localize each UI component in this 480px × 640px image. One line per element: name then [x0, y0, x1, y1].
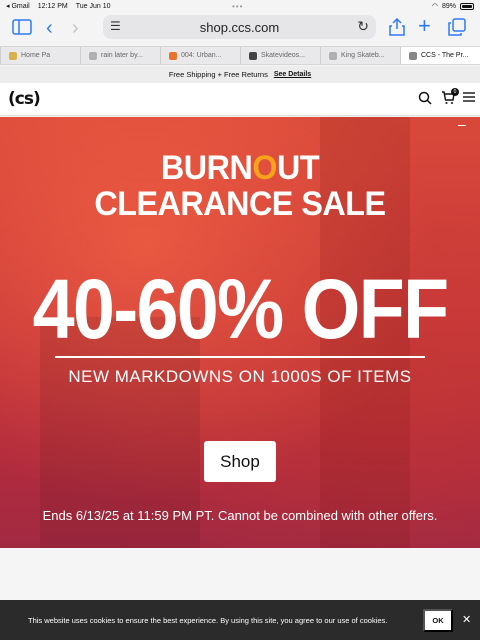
url-text: shop.ccs.com	[199, 19, 280, 35]
tab-king-skateboards[interactable]: King Skateb...	[320, 47, 400, 64]
back-arrow-icon[interactable]: ‹	[46, 18, 53, 38]
cookie-ok-button[interactable]: OK	[423, 609, 453, 632]
shop-button[interactable]: Shop	[204, 441, 276, 482]
back-to-app-link[interactable]: ◂ Gmail	[6, 2, 30, 10]
tab-favicon-icon	[89, 51, 97, 60]
tab-ccs[interactable]: CCS - The Pr...	[400, 47, 480, 64]
sidebar-toggle-icon[interactable]	[12, 19, 32, 39]
flame-letter: O	[252, 149, 277, 187]
status-date: Tue Jun 10	[75, 2, 111, 10]
browser-toolbar: ‹ › ☰ shop.ccs.com ↻ +	[0, 12, 480, 44]
page-menu-icon[interactable]: ☰	[110, 19, 121, 33]
cookie-message: This website uses cookies to ensure the …	[28, 616, 388, 625]
tab-favicon-icon	[329, 51, 337, 60]
tab-overview-icon[interactable]	[448, 18, 466, 40]
tab-skatevideos[interactable]: Skatevideos...	[240, 47, 320, 64]
tab-favicon-icon	[169, 51, 177, 60]
wifi-icon: ◠	[431, 3, 438, 10]
multitask-dots-icon[interactable]: •••	[232, 2, 243, 11]
forward-arrow-icon[interactable]: ›	[72, 18, 79, 38]
ccs-logo[interactable]: (cs)	[8, 89, 41, 109]
hero-ends-note: Ends 6/13/25 at 11:59 PM PT. Cannot be c…	[42, 508, 438, 523]
promo-text: Free Shipping + Free Returns	[168, 70, 268, 79]
tab-favicon-icon	[409, 51, 417, 60]
hero-headline-burnout: BURNOUT	[160, 149, 320, 187]
search-icon[interactable]	[418, 91, 432, 108]
address-bar[interactable]: ☰ shop.ccs.com ↻	[103, 15, 376, 39]
site-header: (cs) 0	[0, 83, 480, 116]
tab-favicon-icon	[249, 51, 257, 60]
tab-home[interactable]: Home Pa	[0, 47, 80, 64]
hero-dash-icon	[458, 125, 466, 126]
tab-rain-later[interactable]: rain later by...	[80, 47, 160, 64]
promo-bar: Free Shipping + Free Returns See Details	[0, 66, 480, 83]
reload-icon[interactable]: ↻	[357, 18, 369, 35]
cookie-banner: This website uses cookies to ensure the …	[0, 600, 480, 640]
hero-banner[interactable]: BURNOUT CLEARANCE SALE 40-60% OFF NEW MA…	[0, 117, 480, 548]
menu-icon[interactable]	[463, 91, 475, 106]
share-icon[interactable]	[389, 17, 405, 40]
hero-subline: NEW MARKDOWNS ON 1000S OF ITEMS	[68, 367, 412, 386]
see-details-link[interactable]: See Details	[274, 71, 311, 78]
hero-divider	[55, 356, 425, 358]
battery-percent: 89%	[441, 2, 456, 10]
battery-icon	[460, 2, 474, 10]
status-time: 12:12 PM	[37, 2, 68, 10]
hero-headline-clearance: CLEARANCE SALE	[94, 185, 386, 223]
hero-discount: 40-60% OFF	[32, 262, 450, 356]
cart-count-badge: 0	[451, 88, 459, 96]
tab-favicon-icon	[9, 51, 17, 60]
close-icon[interactable]: ✕	[462, 613, 471, 626]
tab-urban[interactable]: 004: Urban...	[160, 47, 240, 64]
new-tab-icon[interactable]: +	[418, 15, 431, 37]
page-content-area	[0, 548, 480, 600]
tab-strip: Home Pa rain later by... 004: Urban... S…	[0, 46, 480, 65]
